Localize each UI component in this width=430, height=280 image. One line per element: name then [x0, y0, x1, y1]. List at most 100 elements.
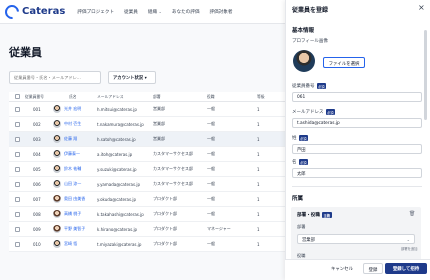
primary-tag: 主務 [321, 212, 332, 218]
dept-cell: 営業部 [153, 106, 165, 111]
row-checkbox[interactable] [14, 151, 20, 157]
employee-name-link[interactable]: 佐藤 翔 [64, 136, 77, 142]
employee-name-link[interactable]: 光井 宏明 [64, 106, 81, 112]
select-all-checkbox[interactable] [14, 94, 20, 99]
role-cell: 一般 [207, 151, 215, 156]
nav-item-organization-label: 組織 [147, 9, 158, 15]
last-name-field[interactable]: 芦田 [292, 144, 422, 154]
filter-label: アカウント状況 [113, 76, 144, 81]
table-row[interactable]: 004 伊藤泰一 a.itoh@cateras.jp カスタマーサクセス部 一般 1 [9, 147, 287, 162]
row-checkbox[interactable] [14, 211, 20, 217]
choose-file-button[interactable]: ファイルを選択 [323, 57, 365, 68]
grade-cell: 1 [257, 121, 260, 127]
header-name[interactable]: 氏名 [69, 94, 97, 100]
name-cell: 佐藤 翔 [53, 135, 97, 143]
table-row[interactable]: 010 宮崎 悟 t.miyazaki@cateras.jp プロダクト部 一般 1 [9, 237, 287, 252]
logo[interactable]: Cateras [2, 1, 65, 22]
search-input[interactable] [14, 75, 96, 80]
header-emp-num[interactable]: 従業員番号 [25, 94, 69, 100]
register-button[interactable]: 登録 [363, 263, 383, 274]
row-checkbox[interactable] [14, 241, 20, 247]
drawer-scrollbar[interactable] [424, 30, 427, 120]
email-label: メールアドレス 必須 [292, 109, 336, 115]
row-checkbox[interactable] [14, 226, 20, 232]
employee-name-link[interactable]: 宮崎 悟 [64, 241, 77, 247]
table-row[interactable]: 001 光井 宏明 h.mitsui@cateras.jp 営業部 一般 1 [9, 102, 287, 117]
role-cell: 一般 [207, 121, 215, 126]
table-row[interactable]: 009 平野 美智子 k.hirano@cateras.jp プロダクト部 マネージャー… [9, 222, 287, 237]
employee-name-link[interactable]: 中村 壱生 [64, 121, 81, 127]
email-cell: t.nakamura@cateras.jp [97, 121, 144, 127]
table-row[interactable]: 007 奥田 由美香 y.okuda@cateras.jp プロダクト部 一般 1 [9, 192, 287, 207]
table-row[interactable]: 006 山田 涼一 y.yamada@cateras.jp カスタマーサクセス部 一般 1 [9, 177, 287, 192]
nav-item-projects[interactable]: 評価プロジェクト [77, 9, 114, 15]
required-badge: 必須 [298, 159, 309, 165]
row-checkbox[interactable] [14, 196, 20, 202]
table-row[interactable]: 008 高橋 桃子 k.takahashi@cateras.jp プロダクト部 一般 1 [9, 207, 287, 222]
nav-item-my-evaluation[interactable]: あなたの評価 [172, 9, 200, 15]
email-cell: y.suzuki@cateras.jp [97, 166, 137, 172]
emp-num-field[interactable]: 061 [292, 92, 422, 102]
email-cell: k.takahashi@cateras.jp [97, 211, 144, 217]
employee-name-link[interactable]: 山田 涼一 [64, 181, 81, 187]
role-cell: マネージャー [207, 226, 231, 231]
dept-label: 部署 [297, 224, 306, 229]
row-checkbox-cell [9, 151, 25, 157]
last-name-label: 姓必須 [292, 135, 309, 141]
row-checkbox-cell [9, 136, 25, 142]
section-basic-info: 基本情報 [292, 28, 315, 34]
avatar [53, 195, 61, 203]
header-email[interactable]: メールアドレス [97, 94, 153, 100]
header-grade[interactable]: 等級 [257, 94, 287, 100]
profile-image-label: プロフィール画像 [292, 39, 328, 44]
trash-icon[interactable]: 🗑 [409, 211, 415, 217]
section-affiliation: 所属 [292, 196, 304, 202]
register-and-invite-button[interactable]: 登録して招待 [385, 263, 427, 274]
row-checkbox[interactable] [14, 181, 20, 187]
employee-name-link[interactable]: 鈴木 祐輔 [64, 166, 81, 172]
select-all-cell [9, 94, 25, 99]
row-checkbox[interactable] [14, 136, 20, 142]
table-row[interactable]: 005 鈴木 祐輔 y.suzuki@cateras.jp カスタマーサクセス部 一般 1 [9, 162, 287, 177]
row-checkbox[interactable] [14, 106, 20, 112]
account-status-filter[interactable]: アカウント状況 ▾ [108, 71, 156, 84]
name-cell: 平野 美智子 [53, 225, 97, 233]
name-cell: 鈴木 祐輔 [53, 165, 97, 173]
grade-cell: 1 [257, 136, 260, 142]
emp-num-cell: 008 [33, 211, 41, 217]
dept-select[interactable]: 営業部 ⌄ [297, 234, 415, 244]
dept-cell: カスタマーサクセス部 [153, 181, 193, 186]
grade-cell: 1 [257, 241, 260, 247]
cancel-button[interactable]: キャンセル [323, 263, 361, 274]
row-checkbox[interactable] [14, 166, 20, 172]
employee-name-link[interactable]: 高橋 桃子 [64, 211, 81, 217]
chevron-down-icon: ▾ [144, 76, 147, 81]
first-name-label: 名必須 [292, 159, 309, 165]
emp-num-cell: 002 [33, 121, 41, 127]
nav-item-employees[interactable]: 従業員 [124, 9, 138, 15]
email-field[interactable]: t.ashida@cateras.jp [292, 118, 422, 128]
role-cell: 一般 [207, 241, 215, 246]
add-dept-link[interactable]: 部署を追加 [401, 246, 417, 251]
row-checkbox[interactable] [14, 121, 20, 127]
first-name-field[interactable]: 太郎 [292, 168, 422, 178]
row-checkbox-cell [9, 106, 25, 112]
search-box[interactable] [9, 71, 101, 84]
header-dept[interactable]: 部署 [153, 94, 207, 100]
email-cell: k.hirano@cateras.jp [97, 226, 138, 232]
section-divider [292, 186, 422, 187]
close-icon[interactable]: × [418, 3, 425, 12]
name-cell: 山田 涼一 [53, 180, 97, 188]
email-cell: y.yamada@cateras.jp [97, 181, 141, 187]
employee-name-link[interactable]: 平野 美智子 [64, 226, 85, 232]
table-row[interactable]: 003 佐藤 翔 h.satoh@cateras.jp 営業部 一般 1 [9, 132, 287, 147]
nav-item-organization[interactable]: 組織 ⌄ [148, 9, 162, 15]
employee-name-link[interactable]: 奥田 由美香 [64, 196, 85, 202]
name-cell: 中村 壱生 [53, 120, 97, 128]
emp-num-cell: 007 [33, 196, 41, 202]
required-badge: 必須 [298, 135, 309, 141]
nav-item-evaluatees[interactable]: 評価対象者 [209, 9, 232, 15]
employee-name-link[interactable]: 伊藤泰一 [64, 151, 80, 157]
table-row[interactable]: 002 中村 壱生 t.nakamura@cateras.jp 営業部 一般 1 [9, 117, 287, 132]
header-role[interactable]: 役職 [207, 94, 257, 100]
